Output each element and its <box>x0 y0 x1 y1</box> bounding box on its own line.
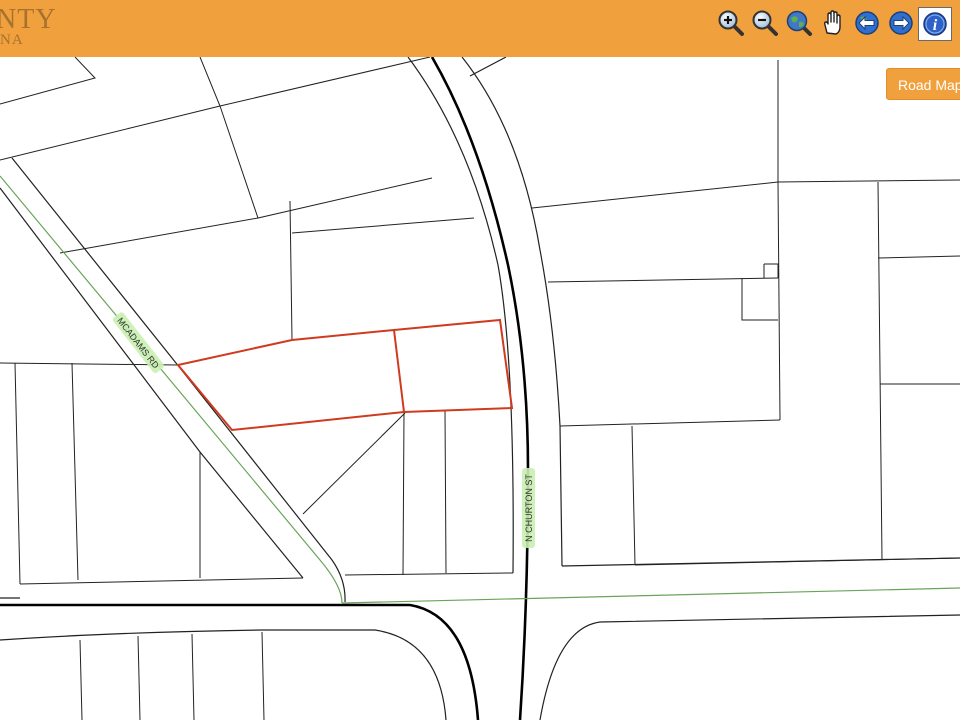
parcel-line <box>71 362 79 581</box>
parcel-line <box>289 200 293 341</box>
parcel-line <box>219 57 431 107</box>
parcel-line <box>0 57 96 105</box>
parcel-line <box>0 57 221 161</box>
basemap-toggle-button[interactable]: Road Map <box>886 68 960 100</box>
parcel-line <box>302 412 406 515</box>
previous-extent-button[interactable] <box>852 8 882 38</box>
parcel-line <box>877 255 960 259</box>
parcel-line <box>559 419 781 427</box>
county-logo-subtitle: NA <box>0 32 24 48</box>
forward-arrow-icon <box>889 11 913 35</box>
parcel-lines <box>0 57 960 720</box>
churton-road-edge <box>461 57 563 567</box>
parcel-line <box>59 217 259 254</box>
parcel-map: MCADAMS RD N CHURTON ST <box>0 57 960 720</box>
parcel-line <box>764 263 779 278</box>
parcel-line <box>261 631 265 720</box>
cross-street-centerline-green <box>341 587 960 604</box>
zoom-in-icon <box>718 10 744 36</box>
parcel-line <box>531 179 960 209</box>
map-canvas[interactable]: MCADAMS RD N CHURTON ST Road Map <box>0 57 960 720</box>
parcel-line <box>79 639 83 720</box>
cross-street-edge <box>539 614 960 720</box>
parcel-line <box>444 409 447 574</box>
zoom-out-button[interactable] <box>750 8 780 38</box>
mcadams-road-edge <box>11 157 346 603</box>
parcel-line <box>631 425 636 566</box>
parcel-line <box>19 577 304 585</box>
selected-parcel-west <box>176 328 406 432</box>
next-extent-button[interactable] <box>886 8 916 38</box>
selected-parcel-east <box>393 318 514 413</box>
road-edges <box>0 57 960 720</box>
mcadams-road-edge <box>0 187 304 579</box>
churton-centerline <box>430 57 530 720</box>
parcel-line <box>402 411 405 576</box>
pan-button[interactable] <box>818 8 848 38</box>
parcel-line <box>137 635 141 720</box>
info-icon: i <box>923 12 947 36</box>
churton-road-edge <box>407 57 514 574</box>
pan-hand-icon <box>823 10 841 35</box>
selected-parcels[interactable] <box>176 318 514 432</box>
parcel-line <box>547 277 779 283</box>
parcel-line <box>344 572 514 576</box>
parcel-line <box>877 181 883 561</box>
parcel-line <box>777 181 781 421</box>
identify-button[interactable]: i <box>918 7 952 41</box>
churton-road-edge <box>469 57 507 77</box>
mcadams-road-label-text: MCADAMS RD <box>115 316 161 371</box>
parcel-line <box>14 362 21 585</box>
parcel-line <box>191 633 195 720</box>
zoom-in-button[interactable] <box>716 8 746 38</box>
cross-street-centerline <box>0 603 480 720</box>
globe-zoom-icon <box>786 10 812 36</box>
full-extent-button[interactable] <box>784 8 814 38</box>
app-header: NTY NA i <box>0 0 960 57</box>
back-arrow-icon <box>855 11 879 35</box>
parcel-line <box>219 105 433 219</box>
svg-text:i: i <box>933 17 938 34</box>
parcel-line <box>291 217 475 234</box>
churton-road-label: N CHURTON ST <box>522 468 535 548</box>
zoom-out-icon <box>752 10 778 36</box>
road-centerlines <box>0 175 960 604</box>
parcel-line <box>741 278 778 321</box>
cross-street-edge <box>561 557 960 567</box>
cross-street-edge <box>0 629 447 720</box>
churton-road-label-text: N CHURTON ST <box>524 474 534 542</box>
